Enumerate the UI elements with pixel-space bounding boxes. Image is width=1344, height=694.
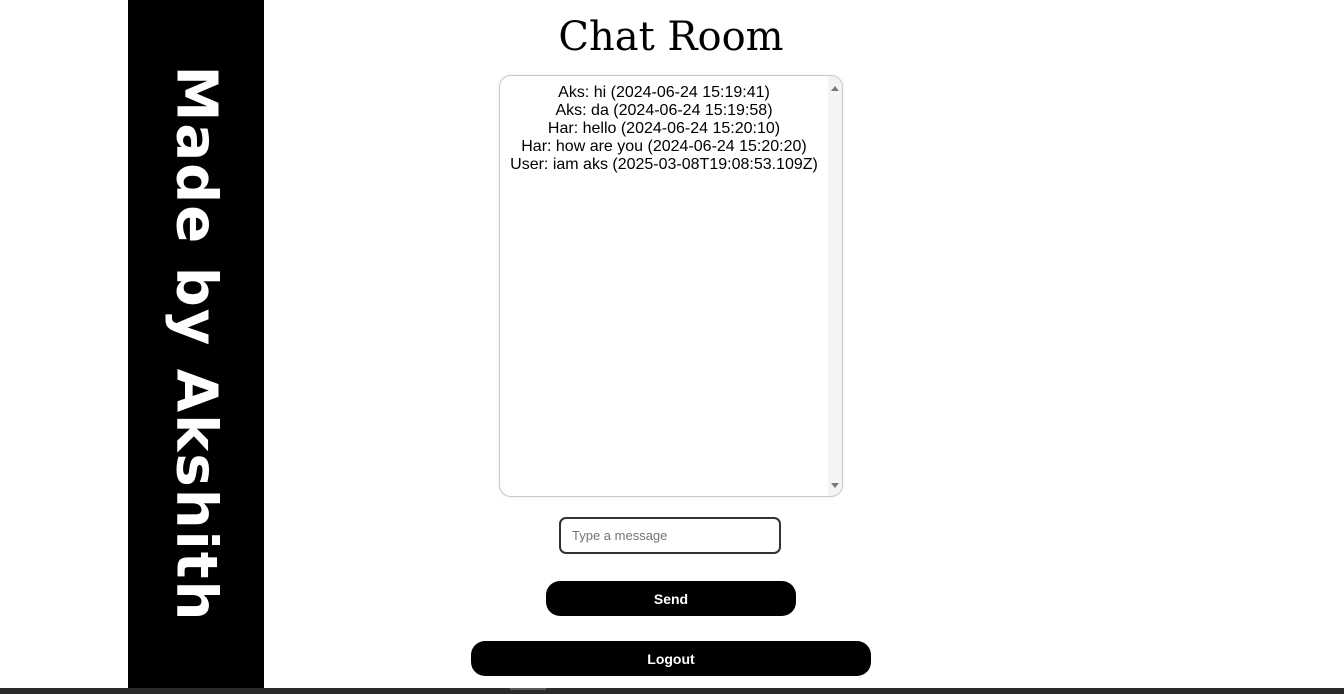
send-button[interactable]: Send [546, 581, 796, 616]
logout-button[interactable]: Logout [471, 641, 871, 676]
chat-message: Aks: hi (2024-06-24 15:19:41) [558, 84, 770, 101]
side-banner-text: Made by Akshith [163, 65, 229, 623]
scroll-down-arrow-icon[interactable] [831, 483, 839, 488]
chat-message: User: iam aks (2025-03-08T19:08:53.109Z) [510, 156, 818, 173]
taskbar-strip [0, 688, 1344, 694]
chat-scrollbar[interactable] [828, 76, 842, 496]
side-banner: Made by Akshith [128, 0, 264, 688]
chat-messages: Aks: hi (2024-06-24 15:19:41) Aks: da (2… [500, 84, 828, 174]
chat-page: Made by Akshith Chat Room Aks: hi (2024-… [0, 0, 1344, 694]
page-title: Chat Room [558, 14, 784, 60]
message-input[interactable] [559, 517, 781, 554]
taskbar-indicator [510, 688, 546, 690]
chat-message-list[interactable]: Aks: hi (2024-06-24 15:19:41) Aks: da (2… [499, 75, 843, 497]
chat-message: Har: how are you (2024-06-24 15:20:20) [521, 138, 807, 155]
chat-message: Har: hello (2024-06-24 15:20:10) [547, 120, 781, 137]
chat-message: Aks: da (2024-06-24 15:19:58) [555, 102, 773, 119]
scroll-up-arrow-icon[interactable] [831, 86, 839, 91]
